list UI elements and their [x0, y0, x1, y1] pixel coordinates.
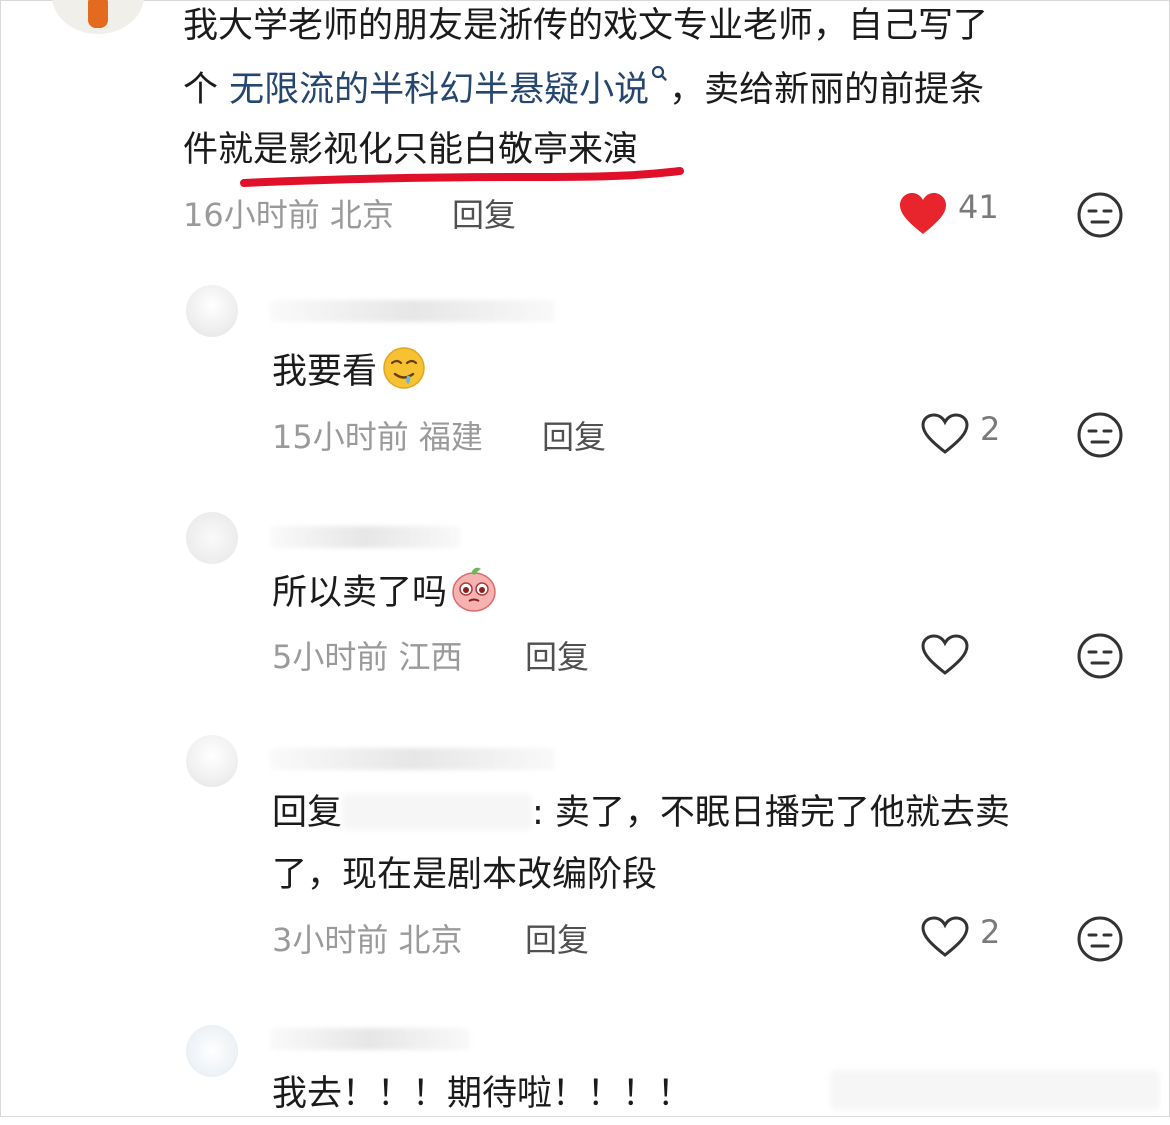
like-count: 2	[980, 410, 1001, 448]
avatar[interactable]	[186, 735, 238, 787]
comment-text-line: 个 无限流的半科幻半悬疑小说 ，卖给新丽的前提条	[183, 59, 984, 121]
username-blurred[interactable]	[270, 1028, 470, 1050]
like-button[interactable]	[920, 915, 970, 963]
reply-button[interactable]: 回复	[525, 915, 589, 961]
neutral-face-icon	[1077, 192, 1123, 238]
search-icon	[652, 65, 667, 81]
reply-text: 了，现在是剧本改编阶段	[272, 855, 658, 895]
mention-blurred[interactable]	[342, 794, 533, 830]
heart-outline-icon	[921, 634, 969, 675]
neutral-face-icon	[1077, 633, 1123, 679]
heart-filled-icon	[900, 193, 946, 234]
comment-text-line: 我大学老师的朋友是浙传的戏文专业老师，自己写了	[183, 6, 989, 46]
like-button[interactable]	[920, 633, 970, 681]
dislike-button[interactable]	[1075, 410, 1125, 464]
watermark-blurred	[830, 1070, 1160, 1110]
neutral-face-icon	[1077, 916, 1123, 962]
search-link[interactable]: 无限流的半科幻半悬疑小说	[229, 65, 669, 110]
dislike-button[interactable]	[1075, 190, 1125, 244]
reply-button[interactable]: 回复	[542, 412, 606, 458]
like-count: 2	[980, 913, 1001, 951]
pleading-peach-icon	[452, 567, 496, 612]
like-count: 41	[958, 188, 999, 226]
username-blurred[interactable]	[270, 748, 555, 770]
dislike-button[interactable]	[1075, 914, 1125, 968]
reply-text: 所以卖了吗	[272, 562, 499, 624]
drooling-face-icon	[383, 347, 425, 389]
avatar[interactable]	[186, 1025, 238, 1077]
comment-meta: 15小时前 福建	[272, 418, 483, 456]
avatar[interactable]	[186, 285, 238, 337]
comment-meta: 16小时前 北京	[183, 196, 394, 234]
comment-meta: 5小时前 江西	[272, 638, 463, 676]
reply-text: 回复: 卖了，不眠日播完了他就去卖	[272, 793, 1010, 833]
reply-text: 我要看	[272, 341, 427, 403]
username-blurred[interactable]	[270, 526, 460, 548]
heart-outline-icon	[921, 413, 969, 454]
dislike-button[interactable]	[1075, 631, 1125, 685]
reply-button[interactable]: 回复	[452, 190, 516, 236]
comment-meta: 3小时前 北京	[272, 921, 463, 959]
like-button[interactable]	[898, 192, 948, 240]
neutral-face-icon	[1077, 412, 1123, 458]
heart-outline-icon	[921, 916, 969, 957]
username-blurred[interactable]	[270, 300, 555, 322]
reply-text: 我去！！！期待啦！！！！	[272, 1074, 693, 1114]
avatar[interactable]	[186, 512, 238, 564]
highlighted-text: 是影视化只能白敬亭来演	[253, 130, 639, 170]
like-button[interactable]	[920, 412, 970, 460]
reply-button[interactable]: 回复	[525, 632, 589, 678]
